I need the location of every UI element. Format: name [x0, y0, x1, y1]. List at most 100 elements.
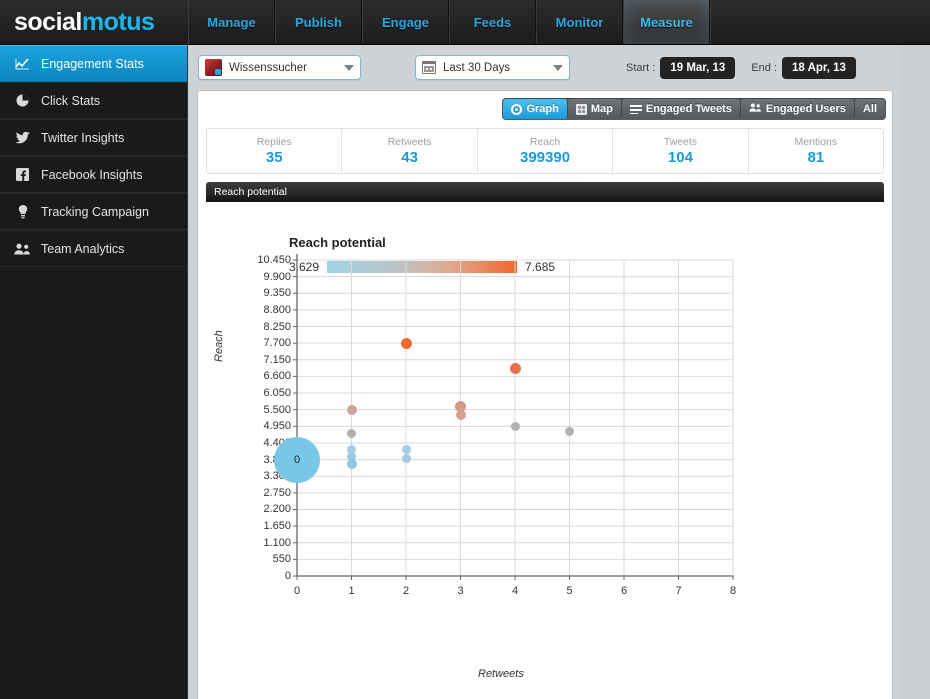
users-icon — [749, 103, 762, 115]
main-content: Wissenssucher Last 30 Days Start : 19 Ma… — [189, 45, 901, 699]
stat-title: Replies — [256, 136, 292, 148]
y-tick-label: 10.450 — [257, 254, 291, 266]
stat-tweets: Tweets 104 — [613, 129, 749, 173]
brand-logo[interactable]: social motus — [0, 0, 188, 44]
tab-label: Map — [590, 103, 613, 115]
x-tick-label: 0 — [293, 585, 301, 597]
stat-title: Reach — [529, 136, 561, 148]
scatter-plot: Reach Retweets 0 550 1.100 1.650 2.200 2.750 3… — [206, 202, 884, 684]
y-axis-label: Reach — [213, 330, 225, 362]
view-tabs: Graph Map Engaged Tweets Engaged Users A… — [502, 98, 886, 120]
date-inputs: Start : 19 Mar, 13 End : 18 Apr, 13 — [626, 56, 872, 79]
x-tick-label: 4 — [511, 585, 519, 597]
nav-item-monitor[interactable]: Monitor — [536, 0, 623, 44]
y-tick-label: 0 — [284, 570, 291, 582]
start-date-label: Start : — [626, 61, 656, 74]
y-tick-label: 8.250 — [263, 320, 291, 333]
nav-item-engage[interactable]: Engage — [362, 0, 449, 44]
sidebar-item-label: Click Stats — [41, 93, 101, 108]
end-date-input[interactable]: 18 Apr, 13 — [782, 56, 856, 79]
account-avatar-icon — [205, 59, 222, 76]
sidebar: Engagement Stats Click Stats Twitter Ins… — [0, 45, 188, 699]
stat-title: Retweets — [387, 136, 432, 148]
y-tick-label: 4.950 — [263, 420, 291, 433]
scatter-point[interactable] — [401, 453, 411, 463]
stat-replies: Replies 35 — [207, 129, 343, 173]
nav-item-measure[interactable]: Measure — [623, 0, 710, 44]
filters-toolbar: Wissenssucher Last 30 Days Start : 19 Ma… — [189, 45, 901, 90]
scatter-point[interactable] — [509, 363, 521, 375]
tab-map[interactable]: Map — [567, 99, 622, 119]
line-chart-icon — [14, 57, 31, 71]
y-tick-label: 5.500 — [263, 403, 291, 416]
x-tick-label: 8 — [729, 585, 737, 597]
stat-mentions: Mentions 81 — [749, 129, 883, 173]
graph-icon — [511, 103, 523, 115]
lightbulb-icon — [14, 204, 31, 219]
sidebar-item-click-stats[interactable]: Click Stats — [0, 82, 187, 119]
y-tick-label: 1.650 — [263, 520, 291, 533]
y-tick-label: 9.900 — [263, 270, 291, 283]
sidebar-item-label: Team Analytics — [41, 241, 125, 256]
date-range-label: Last 30 Days — [443, 61, 511, 74]
twitter-bird-icon — [14, 131, 31, 145]
stat-retweets: Retweets 43 — [342, 129, 478, 173]
view-tabs-row: Graph Map Engaged Tweets Engaged Users A… — [198, 91, 892, 128]
sidebar-item-engagement-stats[interactable]: Engagement Stats — [0, 45, 187, 82]
sidebar-item-twitter-insights[interactable]: Twitter Insights — [0, 119, 187, 156]
brand-part-one: social — [14, 7, 82, 36]
y-tick-label: 2.200 — [263, 503, 291, 516]
date-range-select[interactable]: Last 30 Days — [415, 55, 570, 80]
tab-engaged-tweets[interactable]: Engaged Tweets — [621, 99, 741, 119]
tab-graph[interactable]: Graph — [503, 99, 568, 119]
tab-engaged-users[interactable]: Engaged Users — [740, 99, 855, 119]
scatter-point[interactable] — [347, 428, 356, 438]
scatter-point[interactable]: 0 — [274, 436, 320, 483]
y-tick-label: 550 — [272, 553, 291, 566]
nav-item-publish[interactable]: Publish — [275, 0, 362, 44]
top-navigation: social motus Manage Publish Engage Feeds … — [0, 0, 930, 45]
sidebar-item-label: Facebook Insights — [41, 167, 143, 182]
tab-label: Engaged Tweets — [645, 103, 732, 115]
nav-item-feeds[interactable]: Feeds — [449, 0, 536, 44]
sidebar-item-facebook-insights[interactable]: Facebook Insights — [0, 156, 187, 193]
x-tick-label: 7 — [675, 585, 682, 597]
people-icon — [14, 242, 31, 256]
sidebar-item-tracking-campaign[interactable]: Tracking Campaign — [0, 193, 187, 230]
chart-panel-header: Reach potential — [206, 182, 884, 202]
facebook-icon — [14, 168, 31, 182]
scatter-point[interactable] — [565, 426, 574, 436]
end-date-label: End : — [751, 61, 778, 74]
scatter-point[interactable] — [346, 404, 357, 415]
scatter-point[interactable] — [455, 410, 466, 421]
start-date-input[interactable]: 19 Mar, 13 — [660, 56, 736, 79]
tab-all[interactable]: All — [854, 99, 885, 119]
scatter-point[interactable] — [510, 421, 520, 431]
y-tick-label: 6.600 — [263, 370, 291, 383]
stat-value: 35 — [265, 149, 283, 166]
pie-chart-icon — [14, 94, 31, 108]
stat-reach: Reach 399390 — [478, 129, 614, 173]
nav-item-manage[interactable]: Manage — [188, 0, 275, 44]
nav-filler — [710, 0, 930, 44]
scatter-point[interactable] — [346, 459, 357, 470]
y-tick-label: 9.350 — [263, 287, 291, 300]
stat-title: Mentions — [794, 136, 838, 148]
scatter-point[interactable] — [400, 337, 412, 349]
x-tick-label: 5 — [566, 585, 573, 597]
calendar-icon — [422, 61, 436, 74]
sidebar-item-label: Twitter Insights — [41, 130, 125, 145]
brand-part-two: motus — [81, 7, 155, 36]
account-select[interactable]: Wissenssucher — [198, 55, 361, 80]
x-tick-label: 2 — [402, 585, 410, 597]
sidebar-item-team-analytics[interactable]: Team Analytics — [0, 230, 187, 267]
stat-title: Tweets — [663, 136, 698, 148]
stat-value: 104 — [667, 149, 693, 166]
y-tick-label: 7.700 — [263, 337, 291, 350]
sidebar-item-label: Tracking Campaign — [41, 204, 149, 219]
app-root: social motus Manage Publish Engage Feeds … — [0, 0, 930, 699]
chevron-down-icon — [553, 64, 563, 71]
x-tick-label: 6 — [620, 585, 628, 597]
chart-panel-title: Reach potential — [214, 186, 287, 198]
stat-value: 399390 — [519, 149, 571, 166]
